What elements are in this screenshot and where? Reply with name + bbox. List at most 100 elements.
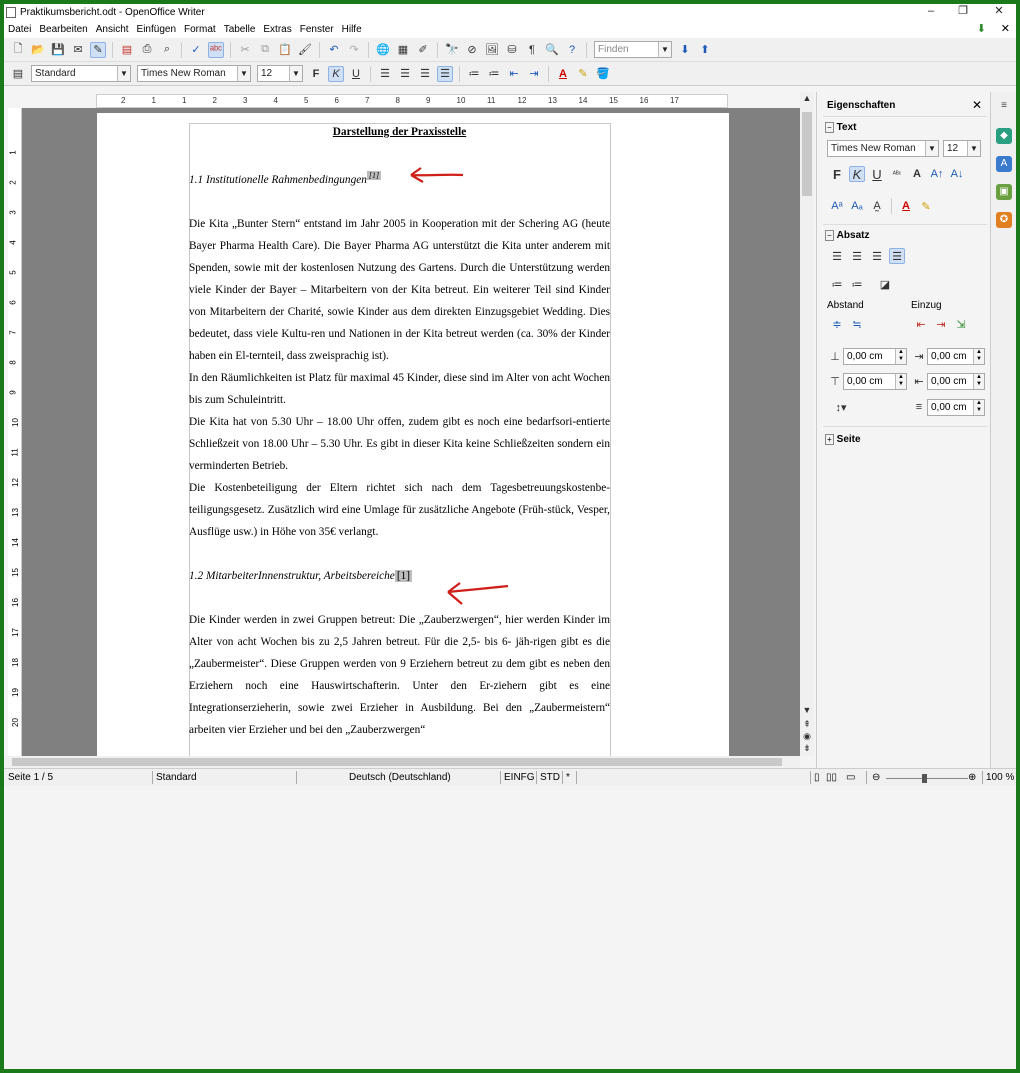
- spin-arrows-icon[interactable]: ▲ ▼: [973, 400, 984, 415]
- spin-arrows-icon[interactable]: ▲ ▼: [895, 349, 906, 364]
- sidebar-bullets-icon[interactable]: ≔: [829, 276, 845, 292]
- selection-mode[interactable]: STD: [540, 772, 560, 783]
- sidebar-size-select[interactable]: 12 ▼: [943, 140, 981, 157]
- after-text-field[interactable]: 0,00 cm ▲ ▼: [927, 373, 985, 390]
- shadow-icon[interactable]: A: [909, 166, 925, 182]
- footnote-anchor[interactable]: [1]: [366, 171, 382, 180]
- zoom-slider[interactable]: [886, 778, 968, 779]
- menu-format[interactable]: Format: [180, 24, 220, 35]
- align-center-icon[interactable]: ☰: [397, 66, 413, 82]
- page-style[interactable]: Standard: [156, 772, 197, 783]
- book-view-icon[interactable]: ▭: [846, 772, 855, 783]
- justify-icon[interactable]: ☰: [437, 65, 453, 82]
- page-section-header[interactable]: + Seite: [825, 434, 861, 445]
- paragraph-style-select[interactable]: Standard ▼: [31, 65, 131, 82]
- close-button[interactable]: ✕: [984, 4, 1014, 18]
- font-size-select[interactable]: 12 ▼: [257, 65, 303, 82]
- new-document-icon[interactable]: 🗋: [10, 42, 26, 58]
- strikethrough-icon[interactable]: ᴬᴮᶜ: [889, 166, 905, 182]
- email-icon[interactable]: ✉: [70, 42, 86, 58]
- spin-arrows-icon[interactable]: ▲ ▼: [973, 349, 984, 364]
- print-icon[interactable]: ⎙: [139, 42, 155, 58]
- sidebar-align-center-icon[interactable]: ☰: [849, 248, 865, 264]
- zoom-in-icon[interactable]: ⊕: [968, 772, 976, 783]
- increase-indent-icon[interactable]: ⇥: [526, 66, 542, 82]
- footnote-anchor[interactable]: [1]: [394, 569, 413, 582]
- export-pdf-icon[interactable]: ▤: [119, 42, 135, 58]
- scroll-up-icon[interactable]: ▲: [800, 92, 814, 104]
- menu-extras[interactable]: Extras: [259, 24, 295, 35]
- sidebar-close-button[interactable]: ✕: [972, 98, 982, 112]
- line-spacing-icon[interactable]: ↕▾: [833, 399, 849, 415]
- find-replace-icon[interactable]: 🔭: [444, 42, 460, 58]
- shrink-font-icon[interactable]: A↓: [949, 166, 965, 182]
- scroll-thumb[interactable]: [802, 112, 812, 196]
- sidebar-font-color-icon[interactable]: A: [898, 198, 914, 214]
- styles-tab-icon[interactable]: A: [996, 156, 1012, 172]
- chevron-down-icon[interactable]: ▼: [925, 141, 938, 156]
- bullets-icon[interactable]: ≔: [486, 66, 502, 82]
- print-preview-icon[interactable]: ⌕: [159, 42, 175, 58]
- redo-icon[interactable]: ↷: [346, 42, 362, 58]
- navigator-tab-icon[interactable]: ✪: [996, 212, 1012, 228]
- zoom-out-icon[interactable]: ⊖: [872, 772, 880, 783]
- collapse-icon[interactable]: −: [825, 230, 834, 241]
- vertical-ruler[interactable]: 1 2 3 4 5 6 7 8 9 10 11 12 13 14 15 16 17 18 19 20: [8, 108, 22, 756]
- clone-format-icon[interactable]: 🖌: [297, 42, 313, 58]
- single-page-view-icon[interactable]: ▯: [814, 772, 820, 783]
- spellcheck-icon[interactable]: ✓: [188, 42, 204, 58]
- increase-spacing-icon[interactable]: ≑: [829, 316, 845, 332]
- hyperlink-icon[interactable]: 🌐: [375, 42, 391, 58]
- formatting-marks-icon[interactable]: ¶: [524, 42, 540, 58]
- grow-font-icon[interactable]: A↑: [929, 166, 945, 182]
- sidebar-menu-icon[interactable]: ≡: [996, 98, 1012, 114]
- superscript-icon[interactable]: Aᵃ: [829, 198, 845, 214]
- find-previous-icon[interactable]: ⬆: [697, 42, 713, 58]
- next-page-icon[interactable]: ⇟: [800, 742, 814, 754]
- align-right-icon[interactable]: ☰: [417, 66, 433, 82]
- highlight-icon[interactable]: ✎: [575, 66, 591, 82]
- paragraph-background-icon[interactable]: ◪: [877, 276, 893, 292]
- paragraph-section-header[interactable]: − Absatz: [825, 230, 869, 241]
- multi-page-view-icon[interactable]: ▯▯: [826, 772, 837, 783]
- expand-icon[interactable]: +: [825, 434, 834, 445]
- data-sources-icon[interactable]: ⛁: [504, 42, 520, 58]
- zoom-icon[interactable]: 🔍: [544, 42, 560, 58]
- spin-arrows-icon[interactable]: ▲ ▼: [973, 374, 984, 389]
- gallery-icon[interactable]: 🖼: [484, 42, 500, 58]
- close-document-button[interactable]: ✕: [1001, 22, 1010, 35]
- sidebar-underline-button[interactable]: U: [869, 166, 885, 182]
- restore-button[interactable]: ❐: [948, 4, 978, 18]
- properties-tab-icon[interactable]: ◆: [996, 128, 1012, 144]
- horizontal-scrollbar[interactable]: [4, 756, 800, 768]
- menu-hilfe[interactable]: Hilfe: [338, 24, 366, 35]
- scroll-down-icon[interactable]: ▼: [800, 704, 814, 716]
- zoom-slider-handle[interactable]: [922, 774, 927, 783]
- hanging-indent-icon[interactable]: ⇲: [953, 316, 969, 332]
- draw-functions-icon[interactable]: ✐: [415, 42, 431, 58]
- chevron-down-icon[interactable]: ▼: [967, 141, 980, 156]
- find-next-icon[interactable]: ⬇: [677, 42, 693, 58]
- sidebar-numbering-icon[interactable]: ≔: [849, 276, 865, 292]
- styles-formatting-icon[interactable]: ▤: [10, 66, 26, 82]
- undo-icon[interactable]: ↶: [326, 42, 342, 58]
- above-spacing-field[interactable]: 0,00 cm ▲ ▼: [843, 348, 907, 365]
- chevron-down-icon[interactable]: ▼: [658, 42, 671, 57]
- sidebar-justify-icon[interactable]: ☰: [889, 248, 905, 264]
- sidebar-align-right-icon[interactable]: ☰: [869, 248, 885, 264]
- menu-tabelle[interactable]: Tabelle: [220, 24, 260, 35]
- horizontal-ruler[interactable]: 2 1 1 2 3 4 5 6 7 8 9 10 11 12 13 14 15 16 17: [96, 94, 728, 108]
- update-icon[interactable]: ⬇: [977, 22, 986, 35]
- sidebar-highlight-icon[interactable]: ✎: [918, 198, 934, 214]
- edit-mode-icon[interactable]: ✎: [90, 41, 106, 58]
- menu-fenster[interactable]: Fenster: [296, 24, 338, 35]
- menu-bearbeiten[interactable]: Bearbeiten: [35, 24, 91, 35]
- insert-mode[interactable]: EINFG: [504, 772, 535, 783]
- open-icon[interactable]: 📂: [30, 42, 46, 58]
- sidebar-bold-button[interactable]: F: [829, 166, 845, 182]
- navigation-icon[interactable]: ◉: [800, 730, 814, 742]
- document-text[interactable]: Darstellung der Praxisstelle 1.1 Institu…: [189, 121, 610, 741]
- previous-page-icon[interactable]: ⇞: [800, 718, 814, 730]
- help-icon[interactable]: ?: [564, 42, 580, 58]
- decrease-spacing-icon[interactable]: ≒: [849, 316, 865, 332]
